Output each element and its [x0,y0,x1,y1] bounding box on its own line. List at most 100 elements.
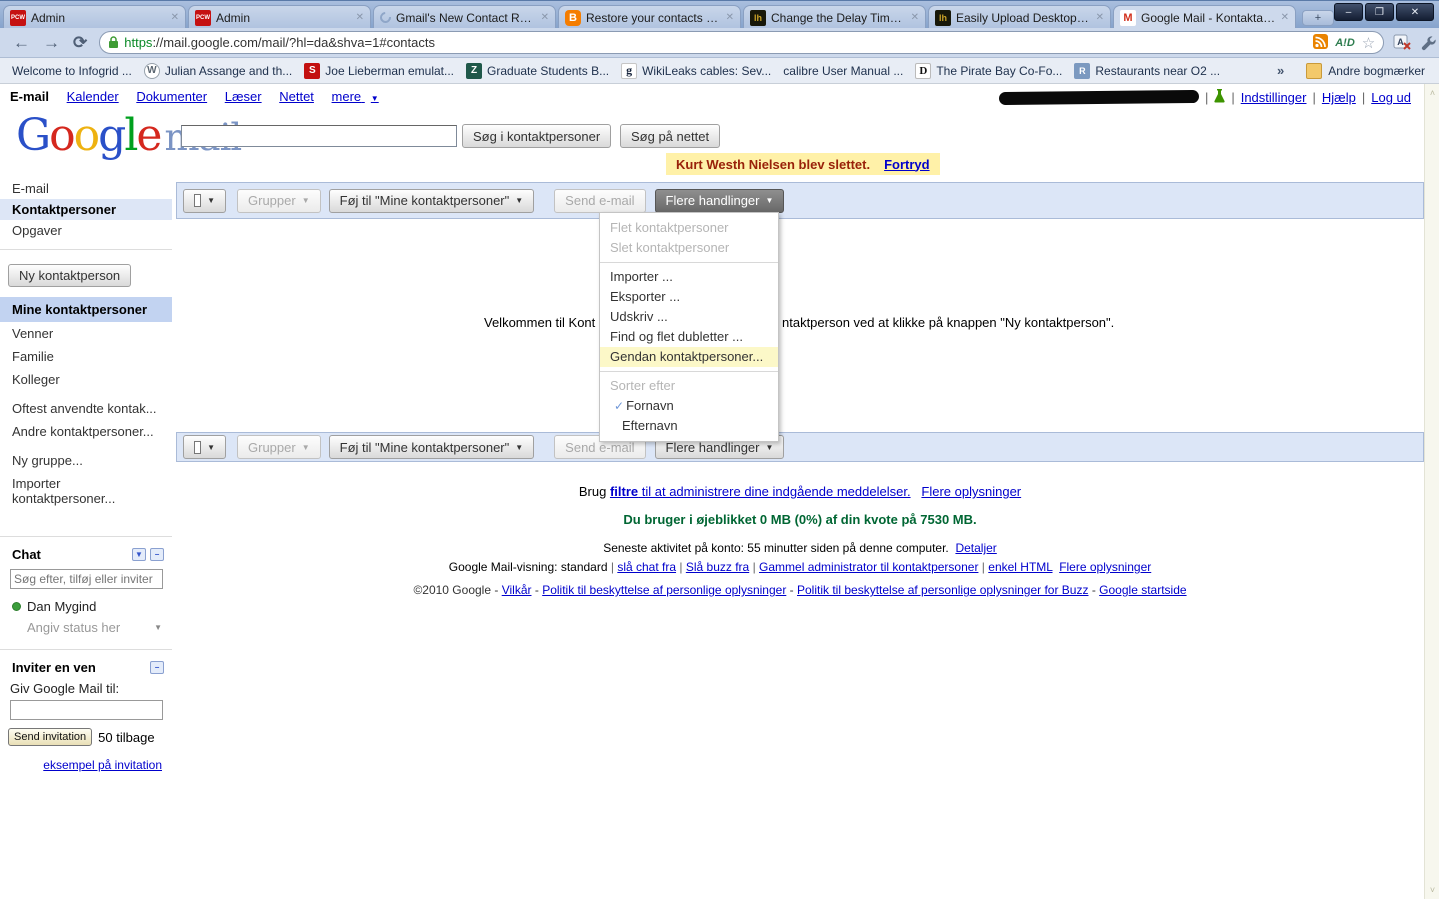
basic-html-link[interactable]: enkel HTML [988,560,1052,574]
settings-link[interactable]: Indstillinger [1241,90,1307,105]
nav-laeser-link[interactable]: Læser [225,89,262,104]
add-to-group-button[interactable]: Føj til "Mine kontaktpersoner" ▼ [328,435,535,459]
filter-link[interactable]: filtre til at administrere dine indgåend… [610,484,911,499]
maximize-button[interactable]: ❐ [1365,3,1394,21]
new-tab-button[interactable]: + [1302,10,1334,26]
tab-admin-2[interactable]: PCW Admin ✕ [188,5,371,29]
sidebar-item-opgaver[interactable]: Opgaver [0,220,172,241]
new-contact-button[interactable]: Ny kontaktperson [8,264,132,287]
back-button[interactable]: ← [13,33,30,53]
bookmark-pirate-bay[interactable]: D The Pirate Bay Co-Fo... [915,62,1062,79]
chat-search-input[interactable] [10,569,163,589]
chat-off-link[interactable]: slå chat fra [617,560,676,574]
select-all-checkbox[interactable] [194,194,202,207]
chat-status-row[interactable]: Angiv status her ▼ [0,614,172,635]
page-scrollbar[interactable]: ˄ ˅ [1424,84,1439,899]
details-link[interactable]: Detaljer [955,541,996,555]
group-venner[interactable]: Venner [0,322,172,345]
logout-link[interactable]: Log ud [1371,90,1411,105]
select-all-button[interactable]: ▼ [183,435,226,459]
tab-change-delay[interactable]: lh Change the Delay Time o... ✕ [743,5,926,29]
tab-close-icon[interactable]: ✕ [356,12,364,23]
search-contacts-button[interactable]: Søg i kontaktpersoner [462,124,612,148]
invite-minimize-button[interactable]: − [150,661,164,674]
google-home-link[interactable]: Google startside [1099,583,1186,597]
wrench-icon[interactable] [1420,34,1438,52]
tab-close-icon[interactable]: ✕ [726,12,734,23]
tab-close-icon[interactable]: ✕ [911,12,919,23]
address-bar[interactable]: https://mail.google.com/mail/?hl=da&shva… [99,31,1385,54]
scroll-down-icon[interactable]: ˅ [1426,883,1439,897]
add-to-group-button[interactable]: Føj til "Mine kontaktpersoner" ▼ [328,188,535,213]
sidebar-item-kontaktpersoner[interactable]: Kontaktpersoner [0,199,172,220]
sidebar-item-email[interactable]: E-mail [0,178,172,199]
buzz-privacy-link[interactable]: Politik til beskyttelse af personlige op… [797,583,1088,597]
close-button[interactable]: ✕ [1396,3,1434,21]
group-mine-kontaktpersoner[interactable]: Mine kontaktpersoner [0,297,172,322]
tab-admin-1[interactable]: PCW Admin ✕ [3,5,186,29]
menu-item-find-dubletter[interactable]: Find og flet dubletter ... [600,327,778,347]
labs-flask-icon[interactable] [1214,89,1225,106]
undo-link[interactable]: Fortryd [884,157,930,172]
select-all-button[interactable]: ▼ [183,188,226,213]
tab-google-mail-active[interactable]: M Google Mail - Kontaktadm... ✕ [1113,5,1296,29]
bookmarks-overflow-icon[interactable]: » [1277,63,1284,78]
menu-item-gendan-kontaktpersoner[interactable]: Gendan kontaktpersoner... [600,347,778,367]
more-info-link[interactable]: Flere oplysninger [921,484,1021,499]
tab-upload-desktop[interactable]: lh Easily Upload Desktop Fo... ✕ [928,5,1111,29]
send-invitation-button[interactable]: Send invitation [8,728,93,746]
tab-close-icon[interactable]: ✕ [171,12,179,23]
more-actions-button-open[interactable]: Flere handlinger ▼ [654,188,785,213]
group-familie[interactable]: Familie [0,345,172,368]
view-more-info-link[interactable]: Flere oplysninger [1059,560,1151,574]
nav-nettet-link[interactable]: Nettet [279,89,314,104]
nav-dokumenter-link[interactable]: Dokumenter [136,89,207,104]
menu-item-eksporter[interactable]: Eksporter ... [600,287,778,307]
bookmark-assange[interactable]: W Julian Assange and th... [143,62,292,79]
tab-close-icon[interactable]: ✕ [1096,12,1104,23]
search-input[interactable] [181,125,457,147]
forward-button[interactable]: → [43,33,60,53]
old-contact-manager-link[interactable]: Gammel administrator til kontaktpersoner [759,560,978,574]
menu-item-importer[interactable]: Importer ... [600,267,778,287]
chat-contact-row[interactable]: Dan Mygind [0,599,172,614]
import-contacts-link[interactable]: Importer kontaktpersoner... [0,472,130,510]
group-andre-kontaktpersoner[interactable]: Andre kontaktpersoner... [0,420,172,443]
tab-restore-contacts[interactable]: B Restore your contacts - ... ✕ [558,5,741,29]
bookmark-calibre[interactable]: calibre User Manual ... [0,64,1439,899]
bookmark-infogrid[interactable]: Welcome to Infogrid ... [0,64,1439,899]
tab-close-icon[interactable]: ✕ [1281,12,1289,23]
select-all-checkbox[interactable] [194,440,202,454]
bookmark-restaurants[interactable]: R Restaurants near O2 ... [1074,62,1220,79]
bookmark-wikileaks[interactable]: g WikiLeaks cables: Sev... [621,62,771,79]
nav-mere-link[interactable]: mere ▼ [332,89,379,104]
invite-email-input[interactable] [10,700,163,720]
bookmark-grad-students[interactable]: Z Graduate Students B... [466,62,609,79]
chat-minimize-button[interactable]: − [150,548,164,561]
translate-icon[interactable]: A [1393,34,1411,52]
menu-item-fornavn[interactable]: ✓ Fornavn [600,396,778,416]
chat-options-button[interactable]: ▼ [132,548,146,561]
tab-close-icon[interactable]: ✕ [541,12,549,23]
group-oftest-anvendte[interactable]: Oftest anvendte kontak... [0,397,172,420]
invite-example-link[interactable]: eksempel på invitation [43,758,162,772]
terms-link[interactable]: Vilkår [502,583,532,597]
rss-icon[interactable] [1313,33,1329,52]
minimize-button[interactable]: – [1334,3,1363,21]
bookmark-lieberman[interactable]: S Joe Lieberman emulat... [304,62,454,79]
scroll-up-icon[interactable]: ˄ [1426,86,1439,100]
group-kolleger[interactable]: Kolleger [0,368,172,391]
reload-button[interactable]: ⟳ [73,33,87,53]
menu-item-udskriv[interactable]: Udskriv ... [600,307,778,327]
other-bookmarks-button[interactable]: Andre bogmærker [1306,62,1425,79]
new-group-link[interactable]: Ny gruppe... [0,449,172,472]
bookmark-star-icon[interactable]: ☆ [1362,34,1375,52]
search-web-button[interactable]: Søg på nettet [620,124,721,148]
adblock-icon[interactable]: A!D [1335,37,1355,49]
menu-item-efternavn[interactable]: Efternavn [600,416,778,436]
nav-kalender-link[interactable]: Kalender [67,89,119,104]
tab-gmail-new-contact[interactable]: Gmail's New Contact Res... ✕ [373,5,556,29]
help-link[interactable]: Hjælp [1322,90,1356,105]
privacy-link[interactable]: Politik til beskyttelse af personlige op… [542,583,786,597]
buzz-off-link[interactable]: Slå buzz fra [686,560,749,574]
